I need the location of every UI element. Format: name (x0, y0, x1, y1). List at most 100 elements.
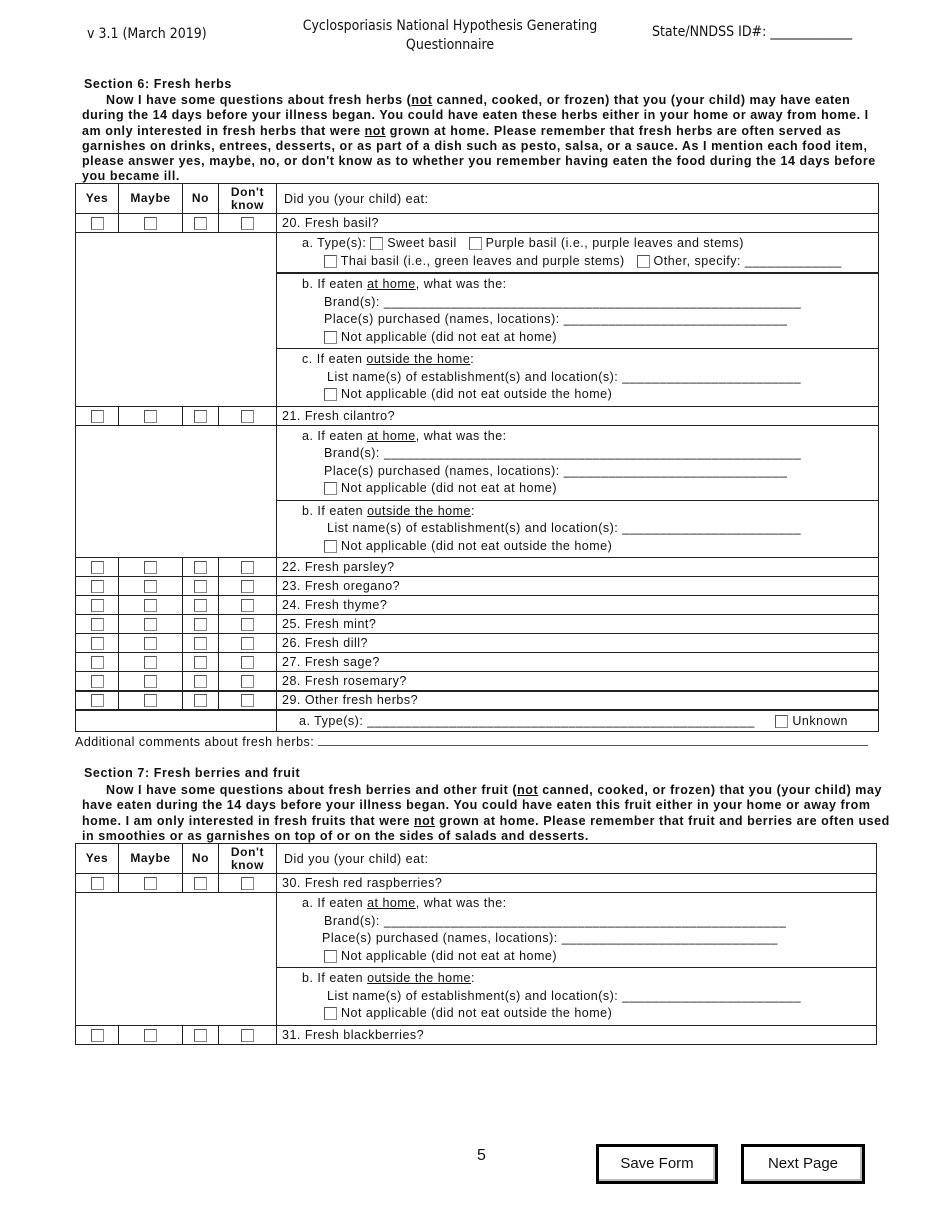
q23-yes-checkbox[interactable] (90, 580, 104, 594)
thai-basil-label: Thai basil (i.e., green leaves and purpl… (340, 253, 625, 268)
q31-yes-checkbox[interactable] (90, 1028, 104, 1042)
next-page-button[interactable]: Next Page (741, 1144, 865, 1184)
q23-maybe-checkbox[interactable] (144, 580, 157, 594)
q22-yes-checkbox[interactable] (90, 561, 104, 575)
q20-yes-checkbox[interactable] (90, 217, 104, 231)
q21-dont-know-checkbox[interactable] (241, 409, 254, 423)
other-basil-checkbox[interactable] (636, 254, 650, 268)
q27-yes-checkbox[interactable] (90, 656, 104, 670)
page-header: v 3.1 (March 2019) Cyclosporiasis Nation… (0, 0, 950, 60)
intro-emphasis: not (364, 123, 386, 138)
q20-no-checkbox[interactable] (194, 217, 207, 231)
q28-maybe-checkbox[interactable] (144, 674, 157, 688)
q21-place-field[interactable]: Place(s) purchased (names, locations): _… (302, 463, 878, 481)
q21-out-prefix: b. If eaten (302, 503, 368, 518)
q20-establishments-field[interactable]: List name(s) of establishment(s) and loc… (302, 369, 878, 387)
col-yes: Yes (75, 843, 119, 874)
col-dont-know-line2: know (230, 197, 265, 212)
q21-na-home-checkbox[interactable] (324, 482, 337, 496)
q27-label: 27. Fresh sage? (276, 652, 879, 672)
q20-na-home-checkbox[interactable] (324, 330, 337, 344)
q23-no-checkbox[interactable] (194, 580, 207, 594)
other-basil-specify[interactable]: Other, specify: _____________ (654, 254, 842, 268)
q21-no-checkbox[interactable] (194, 409, 207, 423)
q31-dont-know-checkbox[interactable] (241, 1028, 254, 1042)
q20-dont-know-checkbox[interactable] (241, 217, 254, 231)
q26-dont-know-checkbox[interactable] (241, 637, 254, 651)
q31-maybe-checkbox[interactable] (144, 1028, 157, 1042)
q21-maybe-checkbox[interactable] (144, 409, 157, 423)
q24-yes-checkbox[interactable] (90, 599, 104, 613)
q30-na-out-label: Not applicable (did not eat outside the … (340, 1006, 613, 1020)
q26-no-checkbox[interactable] (194, 637, 207, 651)
q24-dont-know-checkbox[interactable] (241, 599, 254, 613)
q20-at-home: b. If eaten at home, what was the: Brand… (276, 272, 879, 349)
col-maybe: Maybe (118, 183, 183, 214)
q25-yes-checkbox[interactable] (90, 618, 104, 632)
q20-na-out-checkbox[interactable] (324, 388, 337, 402)
q29-type-row: a. Type(s): ____________________________… (276, 708, 879, 732)
q29-maybe-checkbox[interactable] (144, 694, 157, 708)
q24-maybe-checkbox[interactable] (144, 599, 157, 613)
q22-no-checkbox[interactable] (194, 561, 207, 575)
q26-yes-checkbox[interactable] (90, 637, 104, 651)
table-row: a. If eaten at home, what was the: Brand… (75, 424, 879, 558)
q22-label: 22. Fresh parsley? (276, 557, 879, 577)
q29-yes-checkbox[interactable] (90, 694, 104, 708)
q21-na-out-checkbox[interactable] (324, 539, 337, 553)
q23-dont-know-checkbox[interactable] (241, 580, 254, 594)
q21-establishments-field[interactable]: List name(s) of establishment(s) and loc… (302, 520, 878, 538)
q27-maybe-checkbox[interactable] (144, 656, 157, 670)
q27-no-checkbox[interactable] (194, 656, 207, 670)
q30-out-prefix: b. If eaten (302, 971, 368, 985)
q30-no-checkbox[interactable] (194, 877, 207, 891)
q30-maybe-checkbox[interactable] (144, 877, 157, 891)
q30-na-home-checkbox[interactable] (324, 949, 337, 963)
q30-brand-field[interactable]: Brand(s): ______________________________… (302, 913, 876, 931)
q26-maybe-checkbox[interactable] (144, 637, 157, 651)
q30-yes-checkbox[interactable] (90, 877, 104, 891)
q29-unknown-checkbox[interactable] (775, 714, 789, 728)
q30-establishments-field[interactable]: List name(s) of establishment(s) and loc… (302, 988, 876, 1006)
q29-no-checkbox[interactable] (194, 694, 207, 708)
q30-place-field[interactable]: Place(s) purchased (names, locations): _… (302, 930, 876, 948)
q20-place-field[interactable]: Place(s) purchased (names, locations): _… (302, 311, 878, 329)
intro-emphasis: not (517, 783, 539, 797)
q30-dont-know-checkbox[interactable] (241, 877, 254, 891)
intro-text: Now I have some questions about fresh be… (106, 783, 518, 797)
q20-types: a. Type(s): Sweet basil Purple basil (i.… (276, 232, 879, 274)
q30-out-suffix: : (470, 971, 475, 985)
state-id-field[interactable]: State/NNDSS ID#: _____________ (652, 24, 852, 40)
q31-no-checkbox[interactable] (194, 1028, 207, 1042)
q28-dont-know-checkbox[interactable] (241, 674, 254, 688)
q22-dont-know-checkbox[interactable] (241, 561, 254, 575)
q24-no-checkbox[interactable] (194, 599, 207, 613)
section6-comments: Additional comments about fresh herbs: (75, 733, 869, 749)
table-row: 22. Fresh parsley? (75, 557, 879, 577)
q28-yes-checkbox[interactable] (90, 674, 104, 688)
form-title: Cyclosporiasis National Hypothesis Gener… (290, 17, 610, 55)
q20-brand-field[interactable]: Brand(s): ______________________________… (302, 294, 878, 312)
save-form-button[interactable]: Save Form (596, 1144, 718, 1184)
sweet-basil-checkbox[interactable] (370, 237, 384, 251)
q29-dont-know-checkbox[interactable] (241, 694, 254, 708)
q25-dont-know-checkbox[interactable] (241, 618, 254, 632)
table-row: 21. Fresh cilantro? (75, 405, 879, 426)
table-row: 31. Fresh blackberries? (75, 1024, 877, 1045)
q29-type-field[interactable]: a. Type(s): ____________________________… (299, 714, 755, 728)
q31-label: 31. Fresh blackberries? (276, 1024, 877, 1045)
purple-basil-checkbox[interactable] (468, 237, 482, 251)
q30-home-prefix: a. If eaten (302, 896, 368, 910)
q27-dont-know-checkbox[interactable] (241, 656, 254, 670)
q30-at-home: a. If eaten at home, what was the: Brand… (276, 892, 877, 968)
q25-maybe-checkbox[interactable] (144, 618, 157, 632)
thai-basil-checkbox[interactable] (324, 254, 337, 268)
q21-yes-checkbox[interactable] (90, 409, 104, 423)
q22-maybe-checkbox[interactable] (144, 561, 157, 575)
q28-no-checkbox[interactable] (194, 674, 207, 688)
q30-na-out-checkbox[interactable] (324, 1007, 337, 1021)
comments-input[interactable] (318, 733, 869, 746)
q25-no-checkbox[interactable] (194, 618, 207, 632)
q21-brand-field[interactable]: Brand(s): ______________________________… (302, 445, 878, 463)
q20-maybe-checkbox[interactable] (144, 217, 157, 231)
